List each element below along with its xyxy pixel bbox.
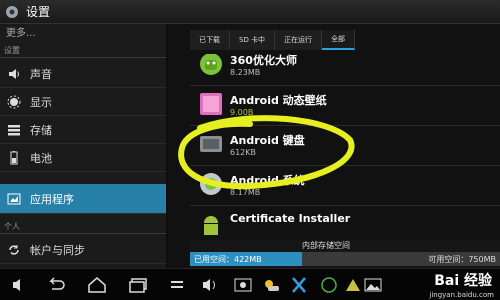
screenshot-icon[interactable] <box>232 275 254 295</box>
sidebar-item-sound[interactable]: 声音 <box>0 60 166 88</box>
app-row-live-wallpaper[interactable]: Android 动态壁纸 9.00B <box>190 86 500 126</box>
android-system-app-icon <box>200 173 222 195</box>
storage-icon <box>6 122 22 138</box>
app-name: 360优化大师 <box>230 54 297 67</box>
app-size: 612KB <box>230 148 257 157</box>
app-row-system[interactable]: Android 系统 8.17MB <box>190 166 500 206</box>
sidebar-item-storage[interactable]: 存储 <box>0 116 166 144</box>
storage-used-text: 已用空间：422MB <box>194 255 262 264</box>
menu-icon[interactable] <box>166 275 188 295</box>
app-row-360[interactable]: 360优化大师 8.23MB <box>190 54 500 86</box>
storage-summary: 内部存储空间 已用空间：422MB 可用空间：750MB <box>190 240 500 268</box>
clock-icon <box>321 277 337 293</box>
sidebar-item-display[interactable]: 显示 <box>0 88 166 116</box>
volume-up-icon[interactable] <box>200 275 222 295</box>
apps-panel: 已下载 SD 卡中 正在运行 全部 360优化大师 8.23MB Android… <box>168 24 500 268</box>
title-bar: 设置 <box>0 0 500 24</box>
app-size: 8.23MB <box>230 68 261 77</box>
tab-all[interactable]: 全部 <box>322 30 356 50</box>
app-name: Android 系统 <box>230 174 305 187</box>
page-title: 设置 <box>26 5 51 19</box>
tab-downloaded[interactable]: 已下载 <box>190 30 230 50</box>
storage-label: 内部存储空间 <box>302 241 350 250</box>
sidebar-item-label: 应用程序 <box>30 192 74 206</box>
tab-running[interactable]: 正在运行 <box>275 30 323 50</box>
app-name: Android 键盘 <box>230 134 305 147</box>
apps-icon <box>6 191 22 207</box>
tab-sd-card[interactable]: SD 卡中 <box>230 30 276 50</box>
sidebar-item-battery[interactable]: 电池 <box>0 144 166 172</box>
volume-down-icon[interactable] <box>10 275 32 295</box>
section-header-personal: 个人 <box>0 218 166 234</box>
scissors-app-icon <box>292 277 306 293</box>
settings-sidebar: 更多... 设置 声音 显示 存储 电池 应用程序 个人 帐户与同步 <box>0 24 166 268</box>
section-header-settings: 设置 <box>0 42 166 58</box>
sidebar-item-label: 帐户与同步 <box>30 243 85 257</box>
sidebar-item-label: 电池 <box>30 151 52 165</box>
app-name: Android 动态壁纸 <box>230 94 327 107</box>
watermark-url: jingyan.baidu.com <box>429 291 494 299</box>
app-size: 8.17MB <box>230 188 261 197</box>
settings-gear-icon <box>6 5 18 18</box>
sidebar-item-label: 显示 <box>30 95 52 109</box>
wallpaper-app-icon <box>200 93 222 115</box>
speaker-icon <box>6 66 22 82</box>
storage-free-text: 可用空间：750MB <box>428 255 496 264</box>
notification-icon <box>346 279 360 291</box>
back-icon[interactable] <box>44 275 66 295</box>
home-icon[interactable] <box>86 275 108 295</box>
sidebar-item-accounts-sync[interactable]: 帐户与同步 <box>0 236 166 264</box>
storage-track: 已用空间：422MB 可用空间：750MB <box>190 252 500 266</box>
weather-icon <box>265 280 279 291</box>
app-size: 9.00B <box>230 108 254 117</box>
sidebar-item-apps[interactable]: 应用程序 <box>0 184 166 214</box>
recent-apps-icon[interactable] <box>128 275 150 295</box>
app-list: 360优化大师 8.23MB Android 动态壁纸 9.00B Androi… <box>190 54 500 238</box>
keyboard-app-icon <box>200 136 222 152</box>
robot-cleaner-app-icon <box>200 54 222 75</box>
android-robot-app-icon <box>204 216 218 235</box>
gallery-icon <box>364 278 382 292</box>
baidu-watermark: Bai 经验 jingyan.baidu.com <box>384 268 500 300</box>
sidebar-item-label: 声音 <box>30 67 52 81</box>
battery-icon <box>6 150 22 166</box>
brightness-icon <box>6 94 22 110</box>
app-row-keyboard[interactable]: Android 键盘 612KB <box>190 126 500 166</box>
watermark-logo-text: Bai 经验 <box>434 273 492 289</box>
app-row-certificate-installer[interactable]: Certificate Installer <box>190 206 500 238</box>
sidebar-item-label: 存储 <box>30 123 52 137</box>
app-filter-tabs: 已下载 SD 卡中 正在运行 全部 <box>190 30 500 50</box>
app-name: Certificate Installer <box>230 212 351 225</box>
more-item[interactable]: 更多... <box>6 24 36 39</box>
sync-icon <box>6 242 22 258</box>
